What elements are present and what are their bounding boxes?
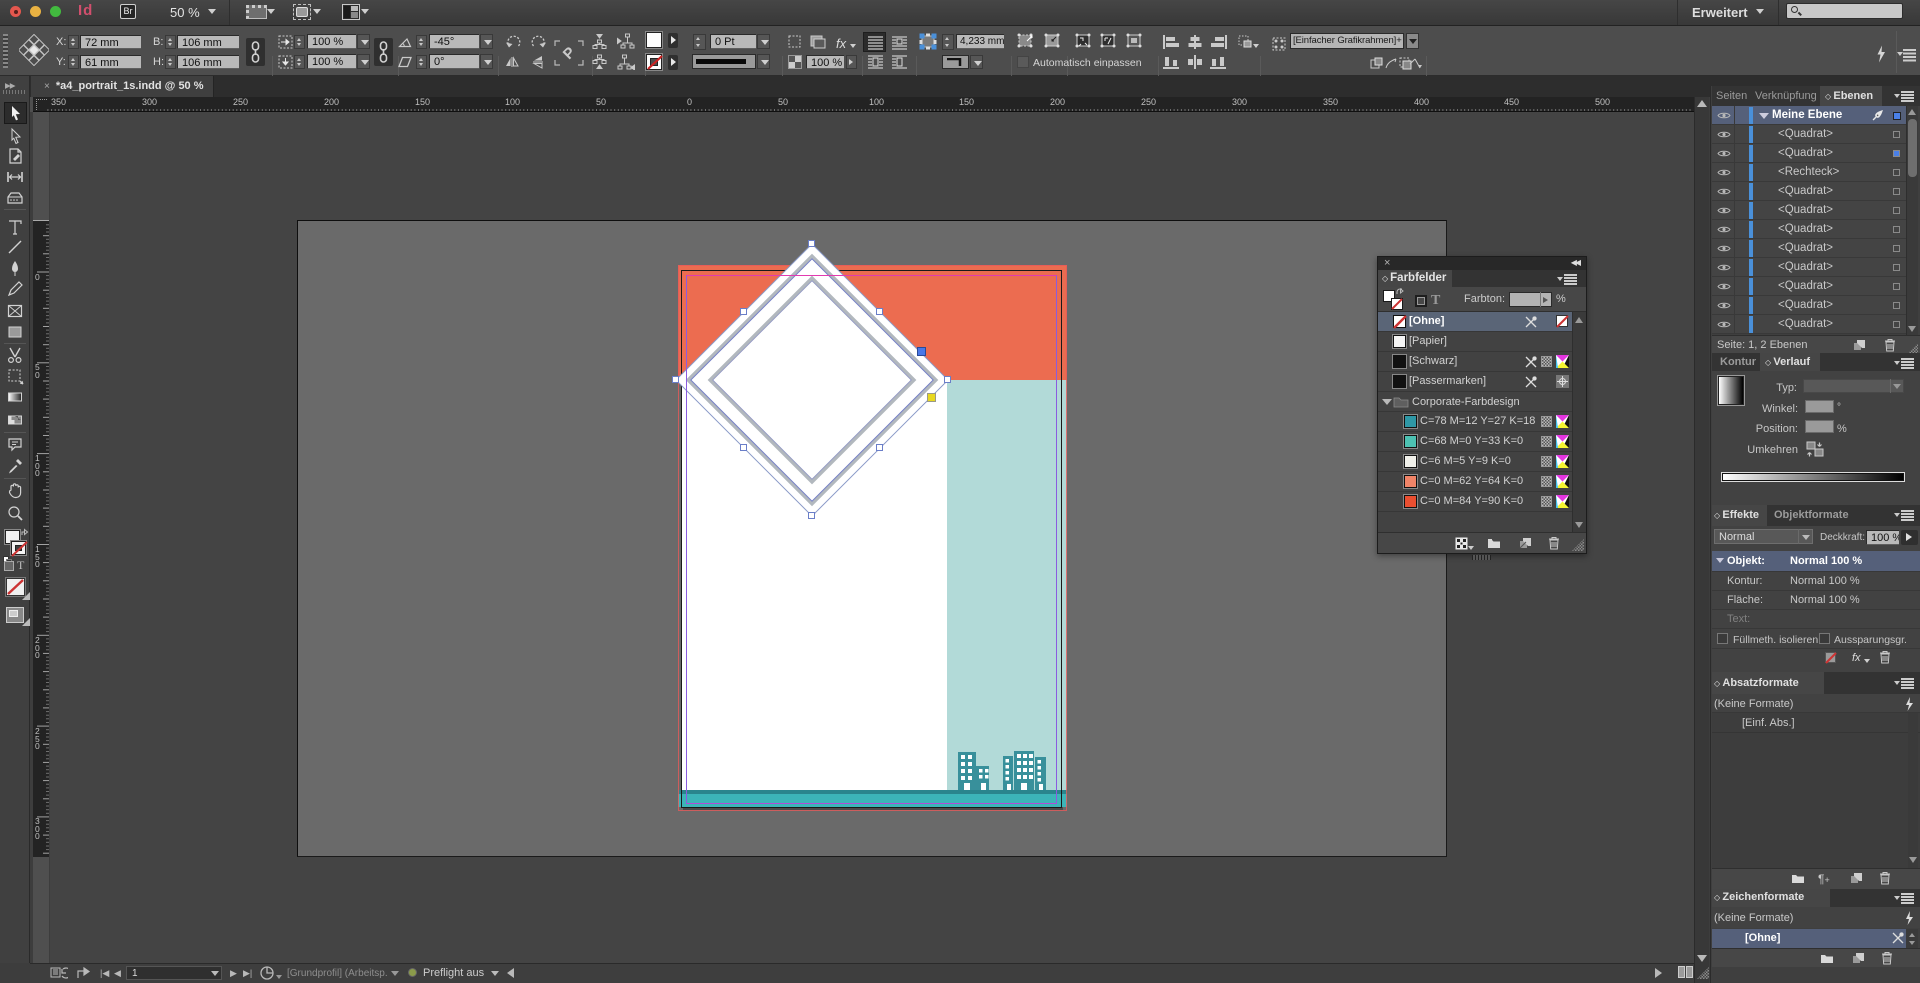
svg-text:P: P (560, 44, 579, 63)
